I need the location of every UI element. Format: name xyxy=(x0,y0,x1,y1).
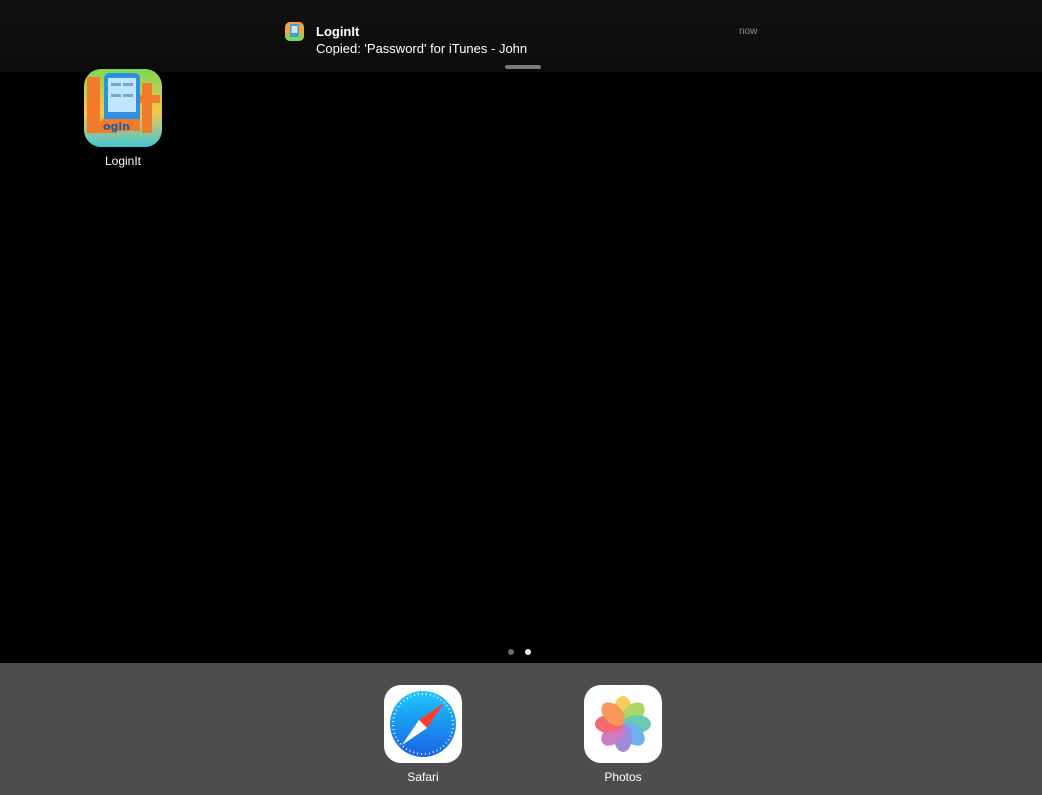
app-label-safari: Safari xyxy=(407,770,439,784)
home-screen: LoginIt Copied: 'Password' for iTunes - … xyxy=(0,0,1042,795)
app-label-loginit: LoginIt xyxy=(104,154,142,168)
page-dot-2-current[interactable] xyxy=(525,649,531,655)
notification-time: now xyxy=(739,26,758,37)
notification-app-name: LoginIt xyxy=(316,24,360,39)
safari-compass-icon xyxy=(384,685,462,763)
page-indicator[interactable] xyxy=(508,649,534,657)
notification-banner[interactable]: LoginIt Copied: 'Password' for iTunes - … xyxy=(0,0,1042,72)
loginit-app-icon: ogin xyxy=(84,69,162,147)
photos-flower-icon xyxy=(584,685,662,763)
dock-app-photos[interactable]: Photos xyxy=(584,685,662,784)
loginit-notification-icon xyxy=(285,22,304,41)
app-label-photos: Photos xyxy=(604,770,642,784)
dock xyxy=(0,663,1042,795)
banner-grabber-handle[interactable] xyxy=(505,65,541,69)
svg-text:ogin: ogin xyxy=(103,120,130,133)
dock-app-safari[interactable]: Safari xyxy=(384,685,462,784)
notification-message: Copied: 'Password' for iTunes - John xyxy=(316,41,528,56)
app-loginit[interactable]: ogin LoginIt xyxy=(84,69,162,168)
page-dot-1[interactable] xyxy=(508,649,514,655)
